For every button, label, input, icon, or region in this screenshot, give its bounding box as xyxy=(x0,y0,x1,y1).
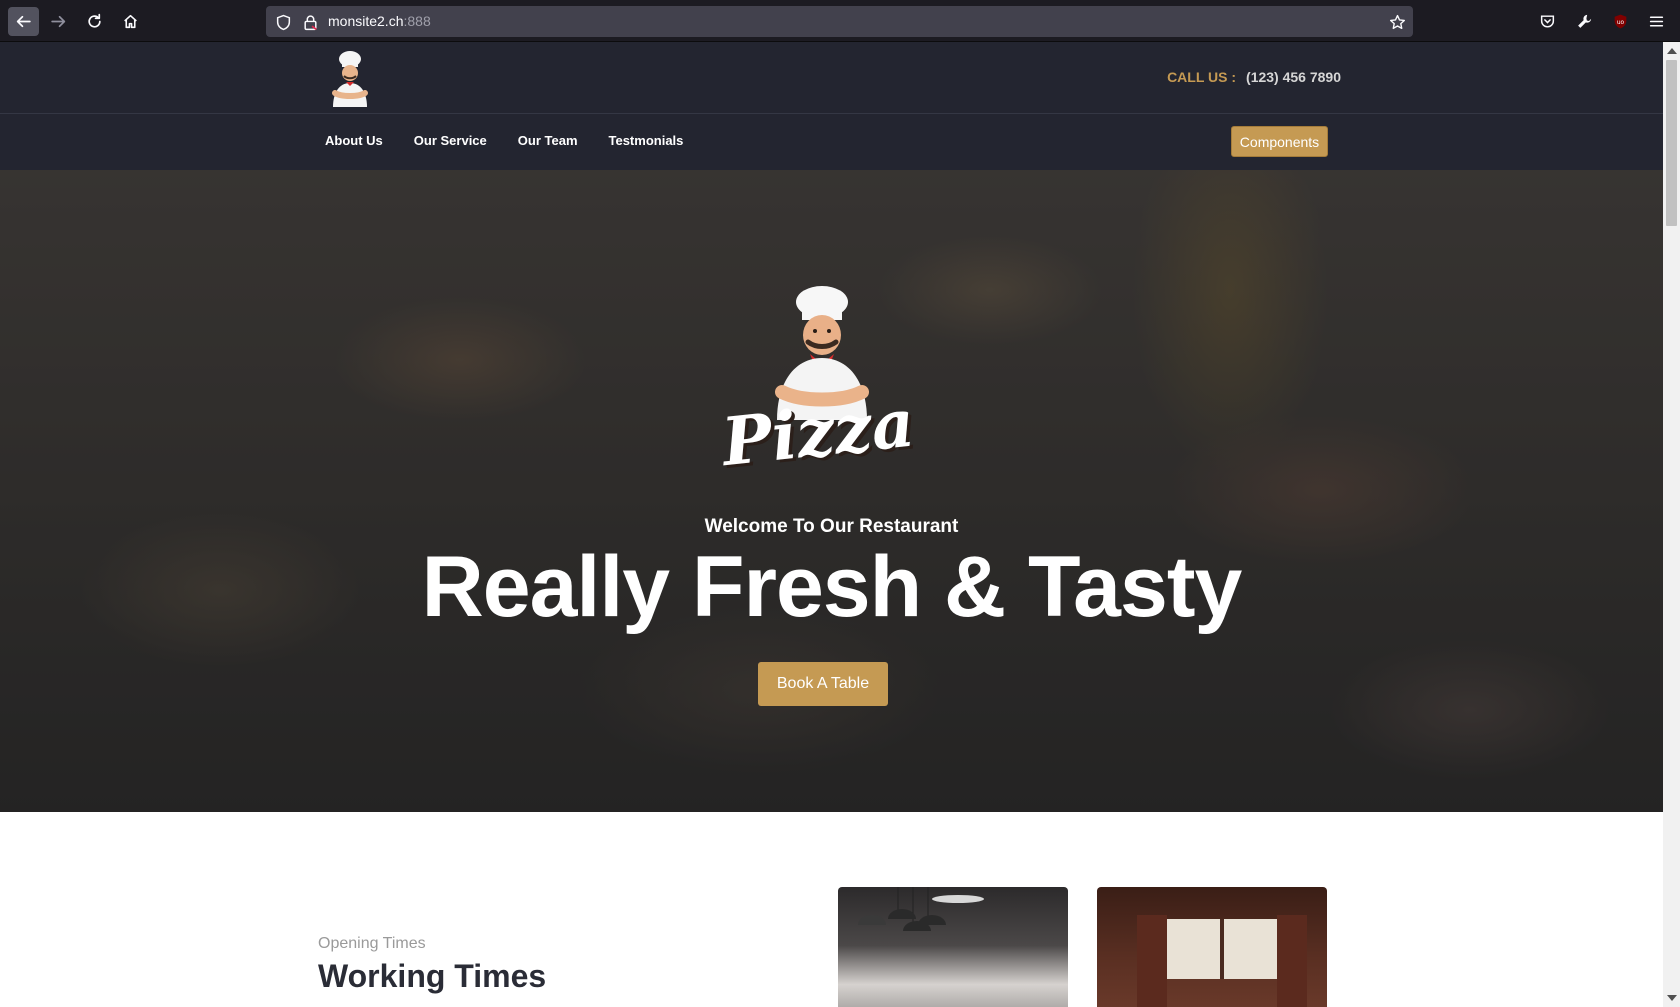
site-topbar: CALL US : (123) 456 7890 xyxy=(0,42,1663,114)
nav-about-us[interactable]: About Us xyxy=(325,133,383,148)
opening-times-section: Opening Times Working Times xyxy=(0,812,1663,1007)
call-label: CALL US : xyxy=(1167,69,1237,85)
url-text[interactable]: monsite2.ch:888 xyxy=(328,13,431,29)
back-arrow-icon xyxy=(16,15,31,28)
page-scrollbar[interactable] xyxy=(1663,42,1680,1007)
reload-button[interactable] xyxy=(79,7,110,36)
components-button[interactable]: Components xyxy=(1231,126,1328,157)
browser-toolbar: monsite2.ch:888 uo xyxy=(0,0,1680,42)
book-table-button[interactable]: Book A Table xyxy=(758,662,888,706)
menu-icon[interactable] xyxy=(1645,10,1667,32)
window-interior-image xyxy=(1137,915,1307,1007)
nav-testimonials[interactable]: Testmonials xyxy=(609,133,684,148)
forward-arrow-icon xyxy=(51,15,66,28)
ublock-icon[interactable]: uo xyxy=(1609,10,1631,32)
pocket-icon[interactable] xyxy=(1536,10,1558,32)
shield-icon[interactable] xyxy=(272,11,294,33)
restaurant-photo-2 xyxy=(1097,887,1327,1007)
back-button[interactable] xyxy=(8,7,39,36)
lock-icon[interactable] xyxy=(299,11,321,33)
website: CALL US : (123) 456 7890 About Us Our Ser… xyxy=(0,42,1663,1007)
home-icon xyxy=(124,14,137,29)
hero-title: Really Fresh & Tasty xyxy=(421,539,1243,635)
home-button[interactable] xyxy=(115,7,146,36)
pizza-chef-logo: Pizza Pizza xyxy=(722,286,921,480)
wrench-icon[interactable] xyxy=(1573,10,1595,32)
call-us: CALL US : (123) 456 7890 xyxy=(1167,69,1341,85)
address-bar[interactable]: monsite2.ch:888 xyxy=(266,6,1413,37)
nav-our-service[interactable]: Our Service xyxy=(414,133,487,148)
scroll-up-arrow[interactable] xyxy=(1667,48,1677,54)
star-icon[interactable] xyxy=(1386,11,1408,33)
main-navigation: About Us Our Service Our Team Testmonial… xyxy=(0,114,1663,170)
hero-section: Pizza Pizza Welcome To Our Restaurant Re… xyxy=(0,170,1663,812)
forward-button[interactable] xyxy=(43,7,74,36)
scroll-down-arrow[interactable] xyxy=(1667,995,1677,1001)
hero-subtitle: Welcome To Our Restaurant xyxy=(704,516,959,537)
opening-title: Working Times xyxy=(318,958,547,994)
opening-subtitle: Opening Times xyxy=(318,935,426,952)
restaurant-photo-1 xyxy=(838,887,1068,1007)
reload-icon xyxy=(88,13,101,28)
scroll-thumb[interactable] xyxy=(1666,60,1677,226)
nav-our-team[interactable]: Our Team xyxy=(518,133,578,148)
chef-logo[interactable] xyxy=(325,49,375,107)
call-number[interactable]: (123) 456 7890 xyxy=(1246,69,1341,85)
hero-background-image xyxy=(0,170,1663,812)
pendant-lamps-image xyxy=(858,887,984,931)
svg-text:uo: uo xyxy=(1616,20,1624,26)
